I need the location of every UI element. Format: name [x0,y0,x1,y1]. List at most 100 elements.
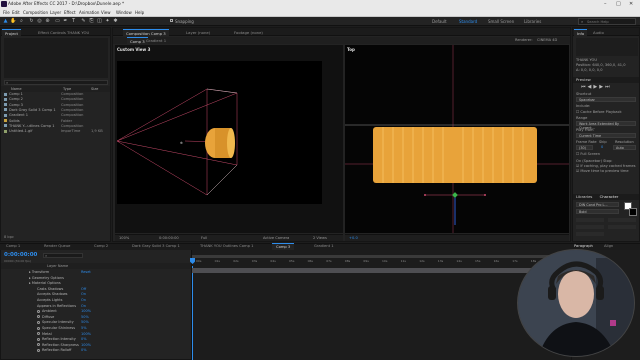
close-icon[interactable]: ✕ [629,1,633,7]
workspace-standard[interactable]: Standard [459,19,477,24]
time-ruler[interactable]: 00s 01s 02s 03s 04s 05s 06s 07s 08s 09s 10s 11s 12s 1… [192,258,572,266]
tab-project[interactable]: Project [2,29,21,36]
maximize-icon[interactable]: □ [616,1,621,7]
last-frame-icon[interactable]: ⏭ [605,84,612,90]
layer-property-value[interactable]: On [81,298,86,302]
play-from-dropdown[interactable]: Current Time [576,133,636,138]
layer-property-value[interactable]: On [81,304,86,308]
tab-align[interactable]: Align [604,243,613,250]
menu-view[interactable]: View [101,10,111,15]
tab-libraries[interactable]: Libraries [576,194,592,199]
stopwatch-icon[interactable] [37,332,40,336]
layer-property-value[interactable]: 5% [81,326,87,330]
exposure-value[interactable]: +0.0 [349,235,358,242]
timeline-tab-dark-gray-solid[interactable]: Dark Gray Solid 3 Comp 1 [128,243,184,250]
layer-property-value[interactable]: 0% [81,348,87,352]
rectangle-tool-icon[interactable]: ▭ [54,18,61,25]
pan-behind-tool-icon[interactable]: ⊕ [44,18,51,25]
camera-dropdown[interactable]: Active Camera [263,235,289,242]
stopwatch-icon[interactable] [37,309,40,313]
subtab-gradient1[interactable]: Gradient 1 [143,37,169,44]
workspace-libraries[interactable]: Libraries [524,19,541,24]
resolution-dropdown[interactable]: Full [201,235,207,242]
menu-file[interactable]: File [3,10,10,15]
views-dropdown[interactable]: 2 Views [313,235,327,242]
layer-property-value[interactable]: 100% [81,309,91,313]
stopwatch-icon[interactable] [37,337,40,341]
layer-name-column[interactable]: Layer Name [47,264,68,268]
menu-layer[interactable]: Layer [50,10,61,15]
project-item[interactable]: Untitled-1.gif ImporTime 1,9 KB [4,129,104,134]
stopwatch-icon[interactable] [37,326,40,330]
full-screen-checkbox[interactable]: ☐ Full Screen [576,152,600,156]
timeline-tab-comp3[interactable]: Comp 3 [272,243,295,250]
timeline-tab-render-queue[interactable]: Render Queue [40,243,74,250]
layer-property-value[interactable]: 100% [81,332,91,336]
layer-property-value[interactable]: 50% [81,315,89,319]
timeline-tab-gradient1[interactable]: Gradient 1 [310,243,338,250]
pen-tool-icon[interactable]: ✒ [62,18,69,25]
if-caching-checkbox[interactable]: ☑ If caching, play cached frames [576,164,635,168]
menu-composition[interactable]: Composition [23,10,48,15]
workspace-small-screen[interactable]: Small Screen [488,19,514,24]
layer-property-value[interactable]: 100% [81,343,91,347]
tab-effect-controls[interactable]: Effect Controls THANK YOU [35,29,92,36]
cache-before-playback-checkbox[interactable]: ☐ Cache Before Playback [576,110,622,114]
stopwatch-icon[interactable] [37,320,40,324]
font-family-dropdown[interactable]: DIN Cond Pro L... [576,202,619,207]
menu-help[interactable]: Help [135,10,144,15]
tab-layer[interactable]: Layer (none) [183,29,213,36]
layer-property-name[interactable]: ▸ Material Options [29,281,61,285]
selection-tool-icon[interactable]: ▲ [2,18,9,25]
project-search-input[interactable]: ⌕ [4,80,108,85]
tab-info[interactable]: Info [574,29,588,36]
timeline-tab-comp1[interactable]: Comp 1 [2,243,24,250]
tab-footage[interactable]: Footage (none) [231,29,266,36]
stopwatch-icon[interactable] [37,343,40,347]
menu-animation[interactable]: Animation [79,10,99,15]
puppet-tool-icon[interactable]: ✱ [112,18,119,25]
viewer-custom-view-3[interactable]: Custom View 3 ⊕ [115,45,343,233]
tab-character[interactable]: Character [600,194,619,199]
hand-tool-icon[interactable]: ✋ [10,18,17,25]
viewer-top[interactable]: Top [345,45,569,233]
layer-property-value[interactable]: Off [81,287,86,291]
layer-property-value[interactable]: Reset [81,270,91,274]
current-time-indicator[interactable] [192,266,193,360]
minimize-icon[interactable]: – [604,1,607,7]
menu-window[interactable]: Window [116,10,132,15]
shortcut-dropdown[interactable]: Spacebar [576,97,636,102]
layer-property-name[interactable]: ▸ Transform [29,270,49,274]
stopwatch-icon[interactable] [37,348,40,352]
frame-rate-dropdown[interactable]: (30) [576,145,593,150]
timeline-track-area[interactable]: 00s 01s 02s 03s 04s 05s 06s 07s 08s 09s 10s 11s 12s 1… [190,250,572,360]
timeline-search-input[interactable]: ⌕ [43,253,83,258]
zoom-tool-icon[interactable]: ⌕ [18,18,25,25]
stroke-color-swatch[interactable] [629,208,637,216]
timeline-tab-comp2[interactable]: Comp 2 [90,243,112,250]
bit-depth-label[interactable]: 8 bpc [4,235,14,239]
menu-edit[interactable]: Edit [12,10,20,15]
search-help-input[interactable]: ⌕ Search Help [578,18,636,25]
menu-effect[interactable]: Effect [64,10,76,15]
3d-text-object-top[interactable] [373,127,537,183]
resolution-dropdown-preview[interactable]: Auto [613,145,636,150]
magnification-dropdown[interactable]: 100% [119,235,129,242]
type-tool-icon[interactable]: T [70,18,77,25]
tab-composition-comp3[interactable]: Composition Comp 3 [123,29,169,36]
range-dropdown[interactable]: Work Area Extended By Current... [576,121,636,130]
renderer-value[interactable]: CINEMA 4D [537,38,557,42]
eraser-tool-icon[interactable]: ◫ [96,18,103,25]
rotate-tool-icon[interactable]: ↻ [28,18,35,25]
orbit-camera-tool-icon[interactable]: ◎ [36,18,43,25]
layer-property-name[interactable]: ▸ Geometry Options [29,276,64,280]
roto-brush-tool-icon[interactable]: ✦ [104,18,111,25]
current-time-display[interactable]: 0:00:00:00 [159,235,179,242]
move-time-checkbox[interactable]: ☑ Move time to preview time [576,169,629,173]
layer-property-value[interactable]: 0% [81,337,87,341]
layer-property-value[interactable]: 50% [81,320,89,324]
brush-tool-icon[interactable]: ✎ [80,18,87,25]
clone-stamp-tool-icon[interactable]: ⎘ [88,18,95,25]
skip-value[interactable]: 0 [601,145,603,149]
tab-audio[interactable]: Audio [590,29,607,36]
